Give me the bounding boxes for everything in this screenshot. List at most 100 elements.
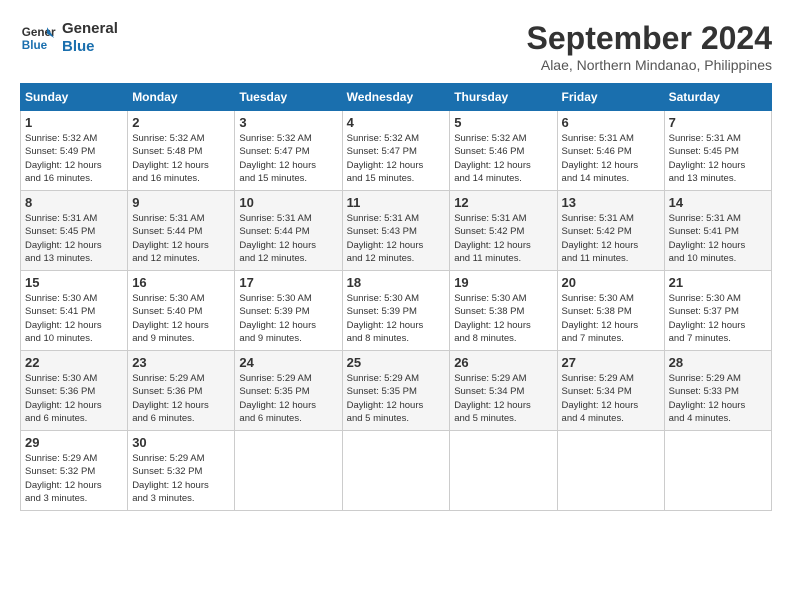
day-info: Sunrise: 5:30 AMSunset: 5:38 PMDaylight:… bbox=[454, 292, 552, 345]
header-friday: Friday bbox=[557, 84, 664, 111]
day-info: Sunrise: 5:29 AMSunset: 5:33 PMDaylight:… bbox=[669, 372, 767, 425]
table-row: 26Sunrise: 5:29 AMSunset: 5:34 PMDayligh… bbox=[450, 351, 557, 431]
month-title: September 2024 bbox=[527, 20, 772, 57]
day-info: Sunrise: 5:30 AMSunset: 5:39 PMDaylight:… bbox=[239, 292, 337, 345]
header-sunday: Sunday bbox=[21, 84, 128, 111]
table-row: 27 Sunrise: 5:29 AMSunset: 5:34 PMDayligh… bbox=[557, 351, 664, 431]
table-row: 4 Sunrise: 5:32 AMSunset: 5:47 PMDaylight… bbox=[342, 111, 450, 191]
page-header: General Blue General Blue September 2024… bbox=[20, 20, 772, 73]
day-number: 24 bbox=[239, 355, 337, 370]
weekday-header-row: Sunday Monday Tuesday Wednesday Thursday… bbox=[21, 84, 772, 111]
table-row bbox=[557, 431, 664, 511]
table-row: 11Sunrise: 5:31 AMSunset: 5:43 PMDayligh… bbox=[342, 191, 450, 271]
day-info: Sunrise: 5:30 AMSunset: 5:41 PMDaylight:… bbox=[25, 292, 123, 345]
day-info: Sunrise: 5:29 AMSunset: 5:34 PMDaylight:… bbox=[562, 372, 660, 425]
day-number: 29 bbox=[25, 435, 123, 450]
day-number: 1 bbox=[25, 115, 123, 130]
table-row: 23Sunrise: 5:29 AMSunset: 5:36 PMDayligh… bbox=[128, 351, 235, 431]
day-number: 4 bbox=[347, 115, 446, 130]
day-info: Sunrise: 5:32 AMSunset: 5:47 PMDaylight:… bbox=[239, 132, 337, 185]
table-row: 13 Sunrise: 5:31 AMSunset: 5:42 PMDayligh… bbox=[557, 191, 664, 271]
calendar-week-row: 8 Sunrise: 5:31 AMSunset: 5:45 PMDaylight… bbox=[21, 191, 772, 271]
day-number: 9 bbox=[132, 195, 230, 210]
table-row: 30Sunrise: 5:29 AMSunset: 5:32 PMDayligh… bbox=[128, 431, 235, 511]
svg-text:General: General bbox=[22, 26, 56, 39]
logo-blue: Blue bbox=[62, 38, 118, 56]
table-row: 24 Sunrise: 5:29 AMSunset: 5:35 PMDayligh… bbox=[235, 351, 342, 431]
day-info: Sunrise: 5:31 AMSunset: 5:42 PMDaylight:… bbox=[454, 212, 552, 265]
day-info: Sunrise: 5:30 AMSunset: 5:36 PMDaylight:… bbox=[25, 372, 123, 425]
day-number: 6 bbox=[562, 115, 660, 130]
header-wednesday: Wednesday bbox=[342, 84, 450, 111]
table-row: 3 Sunrise: 5:32 AMSunset: 5:47 PMDaylight… bbox=[235, 111, 342, 191]
day-info: Sunrise: 5:31 AMSunset: 5:45 PMDaylight:… bbox=[669, 132, 767, 185]
day-info: Sunrise: 5:32 AMSunset: 5:49 PMDaylight:… bbox=[25, 132, 123, 185]
table-row bbox=[235, 431, 342, 511]
day-info: Sunrise: 5:31 AMSunset: 5:46 PMDaylight:… bbox=[562, 132, 660, 185]
day-number: 17 bbox=[239, 275, 337, 290]
header-monday: Monday bbox=[128, 84, 235, 111]
day-info: Sunrise: 5:30 AMSunset: 5:39 PMDaylight:… bbox=[347, 292, 446, 345]
day-info: Sunrise: 5:32 AMSunset: 5:48 PMDaylight:… bbox=[132, 132, 230, 185]
day-info: Sunrise: 5:31 AMSunset: 5:44 PMDaylight:… bbox=[132, 212, 230, 265]
day-number: 3 bbox=[239, 115, 337, 130]
day-number: 21 bbox=[669, 275, 767, 290]
day-number: 7 bbox=[669, 115, 767, 130]
day-info: Sunrise: 5:32 AMSunset: 5:47 PMDaylight:… bbox=[347, 132, 446, 185]
table-row: 19 Sunrise: 5:30 AMSunset: 5:38 PMDayligh… bbox=[450, 271, 557, 351]
day-number: 12 bbox=[454, 195, 552, 210]
day-info: Sunrise: 5:31 AMSunset: 5:45 PMDaylight:… bbox=[25, 212, 123, 265]
day-number: 15 bbox=[25, 275, 123, 290]
table-row: 5Sunrise: 5:32 AMSunset: 5:46 PMDaylight… bbox=[450, 111, 557, 191]
calendar-week-row: 29 Sunrise: 5:29 AMSunset: 5:32 PMDayligh… bbox=[21, 431, 772, 511]
table-row bbox=[342, 431, 450, 511]
day-info: Sunrise: 5:31 AMSunset: 5:41 PMDaylight:… bbox=[669, 212, 767, 265]
day-info: Sunrise: 5:31 AMSunset: 5:42 PMDaylight:… bbox=[562, 212, 660, 265]
day-number: 5 bbox=[454, 115, 552, 130]
table-row: 29Sunrise: 5:29 AMSunset: 5:32 PMDayligh… bbox=[21, 431, 128, 511]
header-saturday: Saturday bbox=[664, 84, 771, 111]
svg-text:Blue: Blue bbox=[22, 39, 48, 52]
header-tuesday: Tuesday bbox=[235, 84, 342, 111]
calendar-table: Sunday Monday Tuesday Wednesday Thursday… bbox=[20, 83, 772, 511]
table-row: 14 Sunrise: 5:31 AMSunset: 5:41 PMDayligh… bbox=[664, 191, 771, 271]
day-number: 26 bbox=[454, 355, 552, 370]
day-number: 16 bbox=[132, 275, 230, 290]
calendar-week-row: 22 Sunrise: 5:30 AMSunset: 5:36 PMDayligh… bbox=[21, 351, 772, 431]
logo-icon: General Blue bbox=[20, 20, 56, 56]
table-row: 21 Sunrise: 5:30 AMSunset: 5:37 PMDayligh… bbox=[664, 271, 771, 351]
table-row: 25Sunrise: 5:29 AMSunset: 5:35 PMDayligh… bbox=[342, 351, 450, 431]
title-section: September 2024 Alae, Northern Mindanao, … bbox=[527, 20, 772, 73]
table-row bbox=[450, 431, 557, 511]
table-row bbox=[664, 431, 771, 511]
day-number: 8 bbox=[25, 195, 123, 210]
logo-text: General bbox=[62, 20, 118, 38]
day-info: Sunrise: 5:29 AMSunset: 5:32 PMDaylight:… bbox=[132, 452, 230, 505]
table-row: 18Sunrise: 5:30 AMSunset: 5:39 PMDayligh… bbox=[342, 271, 450, 351]
day-number: 19 bbox=[454, 275, 552, 290]
table-row: 9 Sunrise: 5:31 AMSunset: 5:44 PMDaylight… bbox=[128, 191, 235, 271]
day-number: 28 bbox=[669, 355, 767, 370]
table-row: 6 Sunrise: 5:31 AMSunset: 5:46 PMDaylight… bbox=[557, 111, 664, 191]
table-row: 8 Sunrise: 5:31 AMSunset: 5:45 PMDaylight… bbox=[21, 191, 128, 271]
day-number: 20 bbox=[562, 275, 660, 290]
day-info: Sunrise: 5:29 AMSunset: 5:35 PMDaylight:… bbox=[239, 372, 337, 425]
table-row: 15 Sunrise: 5:30 AMSunset: 5:41 PMDayligh… bbox=[21, 271, 128, 351]
day-number: 25 bbox=[347, 355, 446, 370]
day-number: 27 bbox=[562, 355, 660, 370]
day-number: 23 bbox=[132, 355, 230, 370]
day-number: 2 bbox=[132, 115, 230, 130]
table-row: 2 Sunrise: 5:32 AMSunset: 5:48 PMDaylight… bbox=[128, 111, 235, 191]
day-number: 13 bbox=[562, 195, 660, 210]
day-info: Sunrise: 5:31 AMSunset: 5:44 PMDaylight:… bbox=[239, 212, 337, 265]
day-info: Sunrise: 5:30 AMSunset: 5:37 PMDaylight:… bbox=[669, 292, 767, 345]
day-info: Sunrise: 5:30 AMSunset: 5:40 PMDaylight:… bbox=[132, 292, 230, 345]
day-number: 10 bbox=[239, 195, 337, 210]
day-number: 14 bbox=[669, 195, 767, 210]
table-row: 1 Sunrise: 5:32 AMSunset: 5:49 PMDaylight… bbox=[21, 111, 128, 191]
day-number: 22 bbox=[25, 355, 123, 370]
logo: General Blue General Blue bbox=[20, 20, 118, 56]
table-row: 22 Sunrise: 5:30 AMSunset: 5:36 PMDayligh… bbox=[21, 351, 128, 431]
table-row: 16 Sunrise: 5:30 AMSunset: 5:40 PMDayligh… bbox=[128, 271, 235, 351]
table-row: 28 Sunrise: 5:29 AMSunset: 5:33 PMDayligh… bbox=[664, 351, 771, 431]
